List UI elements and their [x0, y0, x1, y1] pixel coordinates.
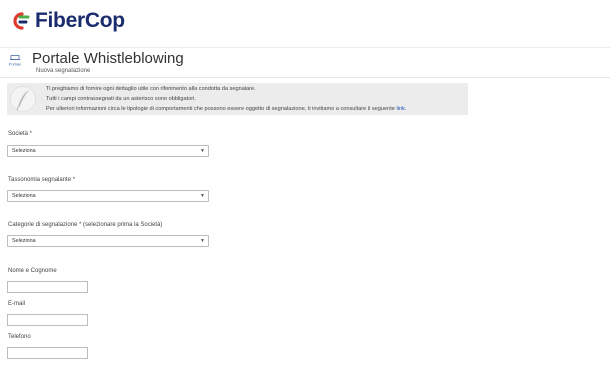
tassonomia-select[interactable]: Seleziona ▼	[7, 190, 209, 202]
societa-select-value: Seleziona	[12, 148, 36, 154]
tassonomia-select-value: Seleziona	[12, 193, 36, 199]
info-line-3: Per ulteriori informazioni circa le tipo…	[46, 105, 406, 113]
societa-label: Società *	[8, 131, 33, 137]
chevron-down-icon: ▼	[200, 193, 205, 199]
categorie-select-value: Seleziona	[12, 238, 36, 244]
chevron-down-icon: ▼	[200, 238, 205, 244]
page-header: Portale Portale Whistleblowing Nuova seg…	[0, 48, 610, 78]
fibercop-logo[interactable]: FiberCop	[12, 8, 125, 34]
fibercop-logo-icon	[13, 12, 30, 30]
societa-select[interactable]: Seleziona ▼	[7, 145, 209, 157]
nome-label: Nome e Cognome	[8, 268, 57, 274]
telefono-label: Telefono	[8, 334, 31, 340]
nome-input[interactable]	[7, 281, 88, 293]
info-box: Ti preghiamo di fornire ogni dettaglio u…	[7, 83, 468, 115]
email-input[interactable]	[7, 314, 88, 326]
info-link[interactable]: link.	[396, 106, 406, 112]
tassonomia-label: Tassonomia segnalante *	[8, 177, 76, 183]
email-label: E-mail	[8, 301, 26, 307]
categorie-select[interactable]: Seleziona ▼	[7, 235, 209, 247]
brand-bar: FiberCop	[0, 0, 610, 48]
page-title: Portale Whistleblowing	[32, 50, 184, 67]
portale-icon: Portale	[9, 55, 22, 67]
chevron-down-icon: ▼	[200, 148, 205, 154]
portale-icon-label: Portale	[9, 62, 22, 67]
categorie-label: Categorie di segnalazione * (selezionare…	[8, 222, 163, 228]
brand-name: FiberCop	[35, 9, 125, 32]
quill-pen-icon	[10, 86, 36, 112]
telefono-input[interactable]	[7, 347, 88, 359]
info-line-1: Ti preghiamo di fornire ogni dettaglio u…	[46, 86, 256, 92]
page-subtitle: Nuova segnalazione	[36, 68, 91, 74]
info-line-3-text: Per ulteriori informazioni circa le tipo…	[46, 106, 395, 112]
info-line-2: Tutti i campi contrassegnati da un aster…	[46, 96, 196, 102]
